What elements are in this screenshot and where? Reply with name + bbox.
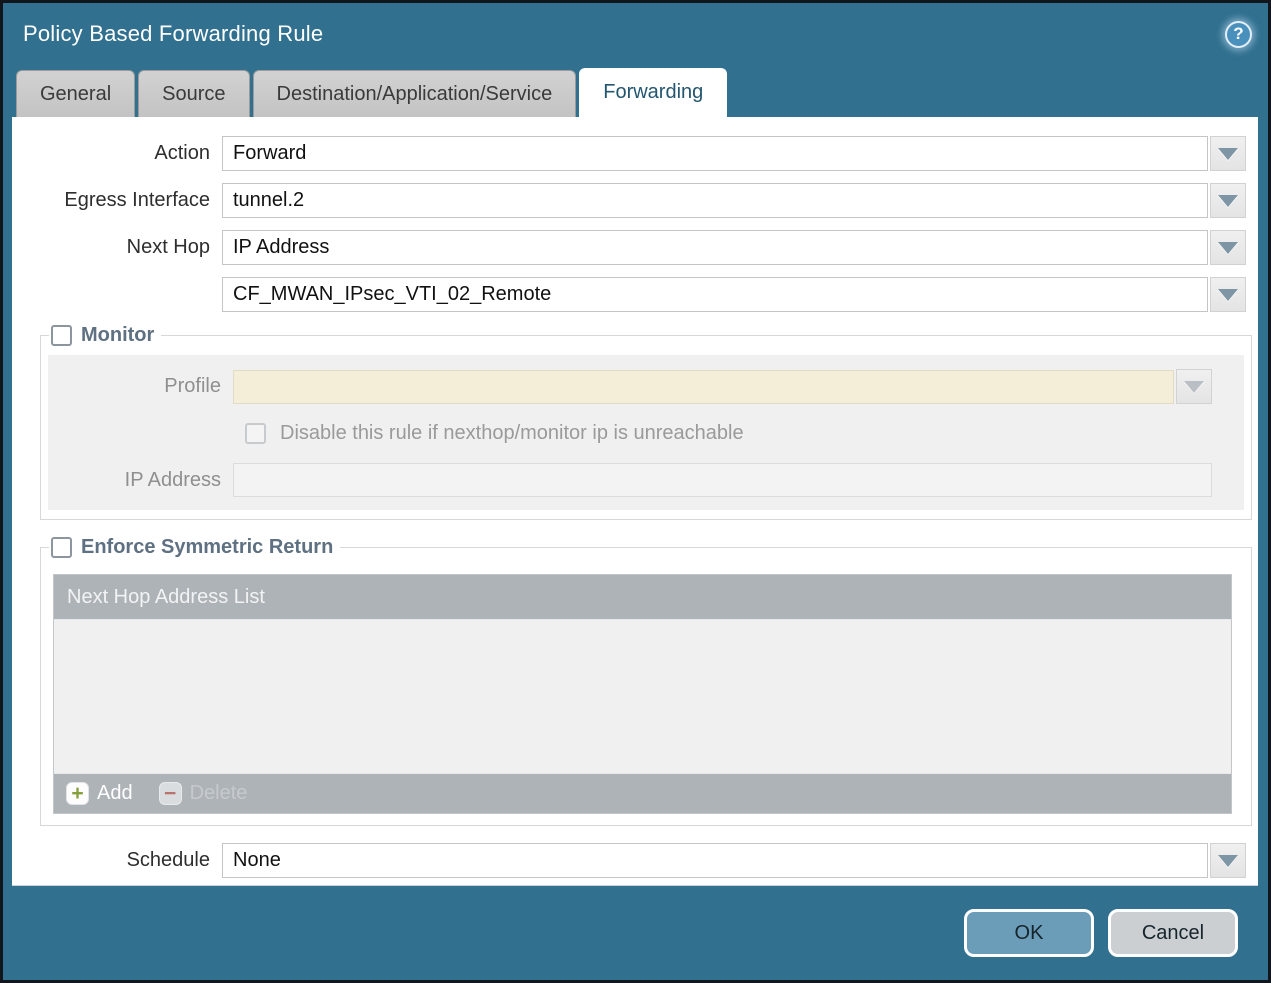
chevron-down-icon [1218, 289, 1238, 301]
chevron-down-icon [1218, 148, 1238, 160]
monitor-ip-address-label: IP Address [48, 469, 233, 492]
egress-interface-dropdown-button[interactable] [1210, 183, 1246, 218]
next-hop-label: Next Hop [12, 236, 222, 259]
action-input[interactable] [222, 136, 1208, 171]
action-row: Action [12, 136, 1258, 171]
disable-rule-label: Disable this rule if nexthop/monitor ip … [280, 422, 744, 445]
profile-dropdown-button [1176, 369, 1212, 404]
symmetric-return-checkbox[interactable] [51, 537, 72, 558]
add-icon: + [66, 782, 89, 805]
next-hop-address-table: Next Hop Address List + Add − Delete [53, 574, 1232, 814]
next-hop-address-list-body[interactable] [54, 620, 1231, 773]
chevron-down-icon [1218, 195, 1238, 207]
next-hop-type-input[interactable] [222, 230, 1208, 265]
tab-general[interactable]: General [16, 70, 135, 117]
help-icon[interactable]: ? [1225, 21, 1252, 48]
tab-content-forwarding: Action Egress Interface Next Hop [12, 117, 1258, 886]
tab-destination-application-service[interactable]: Destination/Application/Service [253, 70, 577, 117]
symmetric-return-legend: Enforce Symmetric Return [49, 536, 340, 559]
schedule-input[interactable] [222, 843, 1208, 878]
add-button[interactable]: + Add [66, 782, 133, 805]
delete-button: − Delete [159, 782, 248, 805]
monitor-ip-address-row: IP Address [48, 463, 1244, 497]
chevron-down-icon [1184, 381, 1204, 393]
next-hop-address-list-header: Next Hop Address List [54, 575, 1231, 620]
delete-icon: − [159, 782, 182, 805]
schedule-row: Schedule [12, 843, 1258, 878]
profile-label: Profile [48, 375, 233, 398]
add-button-label: Add [97, 782, 133, 805]
profile-row: Profile [48, 369, 1244, 404]
egress-interface-input[interactable] [222, 183, 1208, 218]
next-hop-address-input[interactable] [222, 277, 1208, 312]
next-hop-address-row [12, 277, 1258, 312]
egress-interface-label: Egress Interface [12, 189, 222, 212]
schedule-dropdown-button[interactable] [1210, 843, 1246, 878]
next-hop-row: Next Hop [12, 230, 1258, 265]
monitor-checkbox[interactable] [51, 325, 72, 346]
profile-input [233, 370, 1174, 404]
symmetric-return-group: Enforce Symmetric Return Next Hop Addres… [40, 536, 1252, 826]
symmetric-return-legend-label: Enforce Symmetric Return [81, 536, 333, 559]
monitor-legend-label: Monitor [81, 324, 154, 347]
cancel-button[interactable]: Cancel [1108, 909, 1238, 957]
schedule-label: Schedule [12, 849, 222, 872]
disable-rule-checkbox [245, 423, 266, 444]
next-hop-address-list-toolbar: + Add − Delete [54, 773, 1231, 813]
action-dropdown-button[interactable] [1210, 136, 1246, 171]
dialog-title: Policy Based Forwarding Rule [23, 21, 323, 47]
monitor-group: Monitor Profile Disable this rule if nex… [40, 324, 1252, 520]
action-label: Action [12, 142, 222, 165]
chevron-down-icon [1218, 242, 1238, 254]
egress-interface-row: Egress Interface [12, 183, 1258, 218]
disable-rule-row: Disable this rule if nexthop/monitor ip … [48, 412, 1244, 455]
tab-source[interactable]: Source [138, 70, 249, 117]
dialog-titlebar: Policy Based Forwarding Rule ? [3, 3, 1268, 65]
dialog-footer: OK Cancel [3, 886, 1268, 980]
tab-forwarding[interactable]: Forwarding [579, 68, 727, 117]
next-hop-type-dropdown-button[interactable] [1210, 230, 1246, 265]
monitor-ip-address-input [233, 463, 1212, 497]
monitor-legend: Monitor [49, 324, 161, 347]
ok-button[interactable]: OK [964, 909, 1094, 957]
pbf-rule-dialog: Policy Based Forwarding Rule ? General S… [0, 0, 1271, 983]
delete-button-label: Delete [190, 782, 248, 805]
chevron-down-icon [1218, 855, 1238, 867]
next-hop-address-dropdown-button[interactable] [1210, 277, 1246, 312]
tab-bar: General Source Destination/Application/S… [3, 65, 1268, 117]
monitor-group-body: Profile Disable this rule if nexthop/mon… [48, 355, 1244, 510]
